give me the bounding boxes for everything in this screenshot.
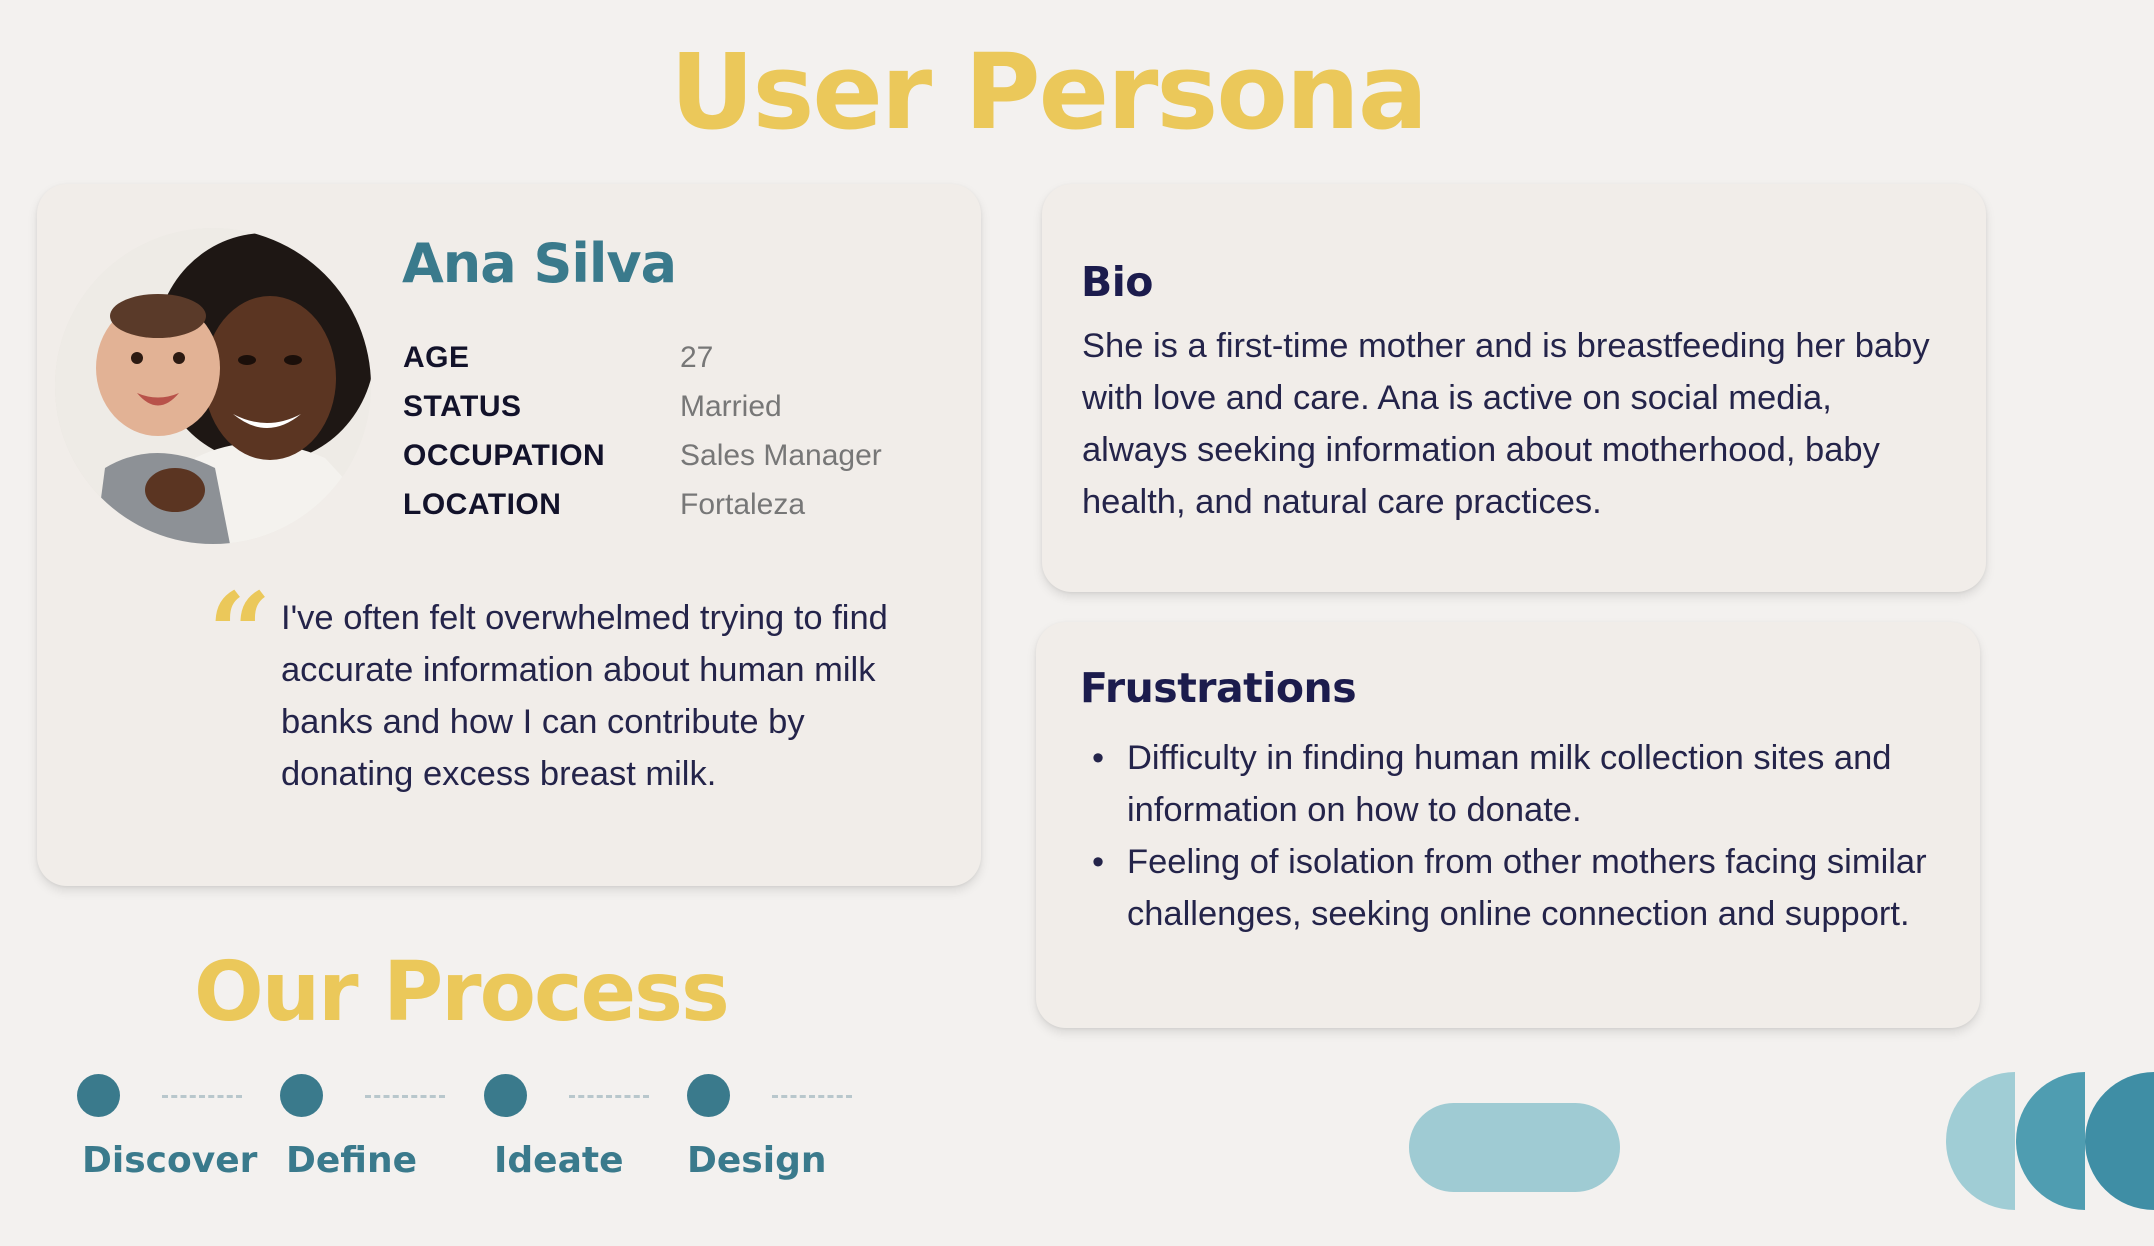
bio-heading: Bio [1081, 258, 1153, 306]
occupation-label: OCCUPATION [403, 439, 606, 472]
location-value: Fortaleza [680, 488, 806, 521]
frustration-item: Feeling of isolation from other mothers … [1080, 836, 1980, 940]
persona-photo [55, 228, 371, 544]
step-label-ideate: Ideate [494, 1140, 624, 1181]
status-label: STATUS [403, 390, 522, 423]
process-title: Our Process [194, 945, 730, 1040]
step-connector [365, 1095, 445, 1098]
frustrations-list: Difficulty in finding human milk collect… [1080, 732, 1980, 940]
step-dot-design [687, 1074, 730, 1117]
step-connector [162, 1095, 242, 1098]
step-label-design: Design [687, 1140, 827, 1181]
step-dot-discover [77, 1074, 120, 1117]
frustration-item: Difficulty in finding human milk collect… [1080, 732, 1980, 836]
page-title: User Persona [670, 31, 1428, 153]
step-connector [569, 1095, 649, 1098]
persona-details: AGE 27 STATUS Married OCCUPATION Sales M… [403, 340, 882, 523]
step-dot-ideate [484, 1074, 527, 1117]
step-connector [772, 1095, 852, 1098]
bio-text: She is a first-time mother and is breast… [1082, 327, 1930, 521]
step-dot-define [280, 1074, 323, 1117]
persona-name: Ana Silva [402, 232, 677, 295]
age-value: 27 [680, 341, 714, 374]
quote-icon: “ [208, 578, 272, 648]
occupation-value: Sales Manager [680, 439, 882, 472]
persona-quote: I've often felt overwhelmed trying to fi… [281, 599, 888, 793]
decorative-half-circles [1946, 1072, 2154, 1210]
step-label-define: Define [286, 1140, 418, 1181]
decorative-pill [1409, 1103, 1620, 1192]
age-label: AGE [403, 341, 470, 374]
location-label: LOCATION [403, 488, 562, 521]
step-label-discover: Discover [82, 1140, 258, 1181]
status-value: Married [680, 390, 782, 423]
frustrations-heading: Frustrations [1080, 664, 1357, 712]
